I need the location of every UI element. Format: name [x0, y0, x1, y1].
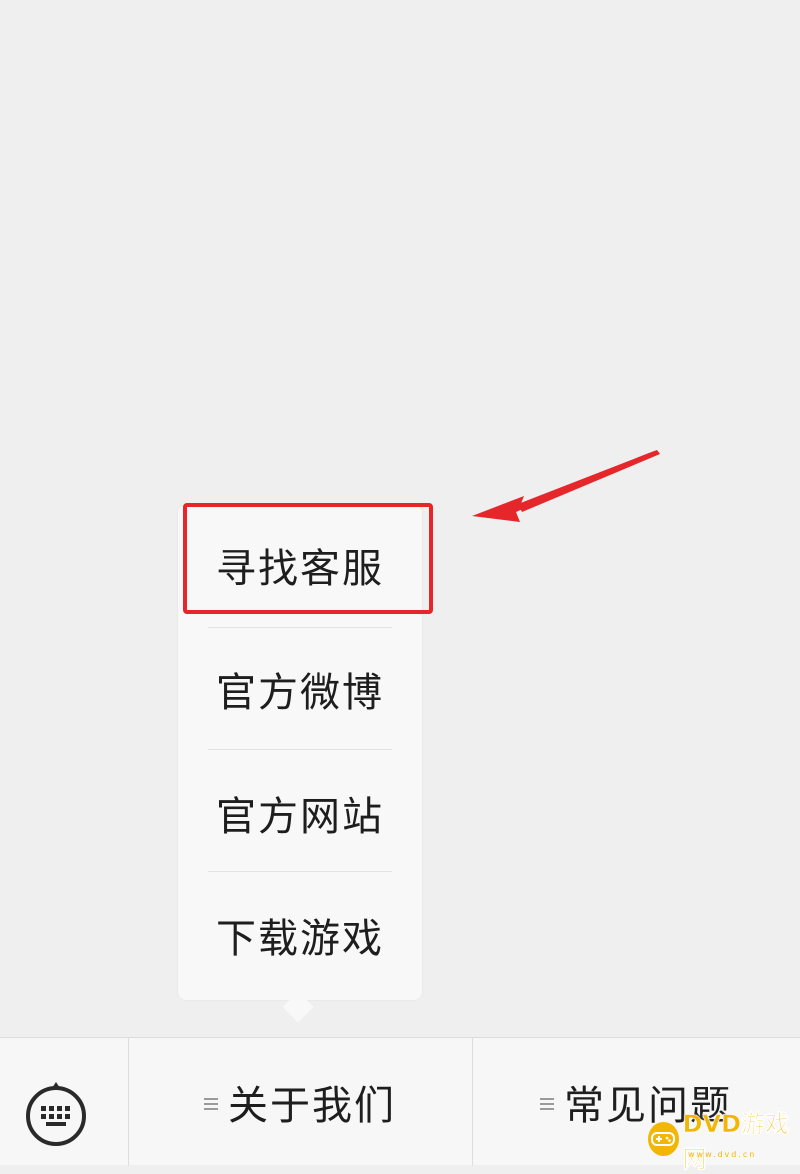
- keyboard-icon: [26, 1082, 86, 1146]
- red-arrow-icon: [472, 450, 660, 522]
- submenu-item-label: 官方网站: [216, 794, 384, 840]
- menu-lines-icon: [540, 1097, 554, 1113]
- watermark: DVD游戏网 www.dvd.cn: [648, 1110, 800, 1173]
- menu-button-about-us[interactable]: 关于我们: [128, 1038, 472, 1166]
- submenu-item-download-game[interactable]: 下载游戏: [178, 875, 422, 995]
- submenu-divider: [208, 627, 392, 628]
- submenu-item-label: 下载游戏: [216, 916, 384, 962]
- watermark-subtext: www.dvd.cn: [688, 1150, 757, 1159]
- menu-button-label: 关于我们: [228, 1083, 396, 1129]
- menu-lines-icon: [204, 1097, 218, 1113]
- submenu-item-label: 官方微博: [216, 670, 384, 716]
- keyboard-toggle-button[interactable]: [22, 1078, 90, 1146]
- submenu-divider: [208, 749, 392, 750]
- submenu-item-official-weibo[interactable]: 官方微博: [178, 629, 422, 749]
- submenu-item-official-website[interactable]: 官方网站: [178, 753, 422, 873]
- gamepad-icon: [648, 1122, 679, 1156]
- watermark-text: DVD游戏网: [682, 1110, 790, 1174]
- submenu-divider: [208, 871, 392, 872]
- highlight-box-find-customer-service: [183, 503, 433, 614]
